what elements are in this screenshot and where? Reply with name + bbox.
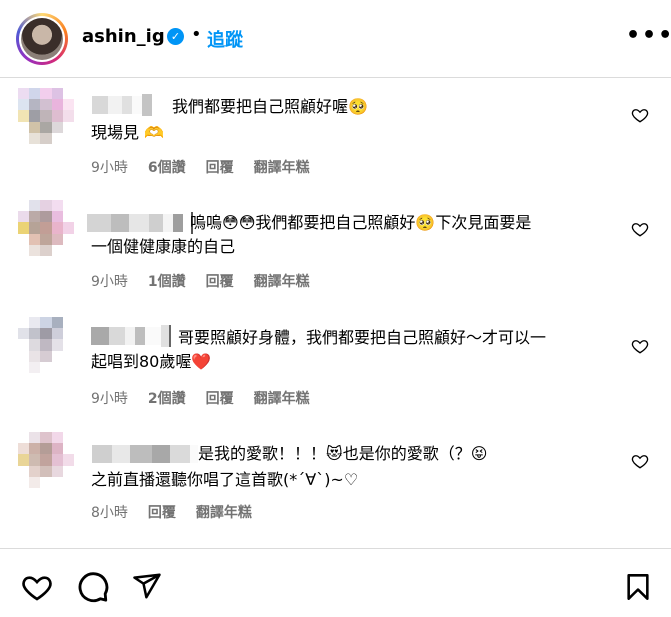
commenter-username-blurred[interactable] [91,325,171,347]
comment-time[interactable]: 9小時 [91,271,128,291]
reply-button[interactable]: 回覆 [206,271,234,291]
avatar-border [19,16,65,62]
heart-eyes-cat-emoji-icon: 😻 [326,444,343,463]
comment-like-heart-icon[interactable] [631,452,649,470]
comment-text: 起唱到80歲喔❤️ [91,350,611,374]
avatar-image [21,18,63,60]
comment-text-line: 我們都要把自己照顧好 [255,213,416,232]
translate-button[interactable]: 翻譯年糕 [254,157,310,177]
bookmark-icon[interactable] [624,571,652,603]
comment-text-line: 之前直播還聽你唱了這首歌(*´∀`)~♡ [91,470,359,489]
commenter-username-blurred[interactable] [87,212,193,234]
commenter-username-blurred[interactable] [92,443,198,465]
red-heart-emoji-icon: ❤️ [191,352,212,371]
more-options-icon[interactable]: ••• [626,25,671,47]
comment-likes[interactable]: 2個讚 [148,388,186,408]
comment-text: 是我的愛歌！！！😻也是你的愛歌（？😝 [198,442,618,466]
profile-avatar[interactable] [16,13,68,65]
comment-text: 嗚嗚😳😳我們都要把自己照顧好🥺下次見面要是 [190,211,620,235]
pleading-face-emoji-icon: 🥺 [415,213,436,232]
commenter-avatar[interactable] [18,317,74,373]
comment-text: 現場見 🫶 [91,121,611,145]
comment-text: 一個健健康康的自己 [91,235,611,259]
flushed-face-emoji-icon: 😳 [238,213,256,232]
commenter-avatar[interactable] [18,88,74,144]
comment-time[interactable]: 9小時 [91,157,128,177]
comment-icon[interactable] [76,569,110,603]
comment-like-heart-icon[interactable] [631,106,649,124]
comment-text-line: 起唱到80歲喔 [91,352,192,371]
comment-like-heart-icon[interactable] [631,220,649,238]
commenter-avatar[interactable] [18,200,74,256]
comment-text-line: 下次見面要是 [435,213,532,232]
paper-plane-icon[interactable] [132,571,162,601]
commenter-username-blurred[interactable] [92,94,162,116]
comment-text-line: 也是你的愛歌（？ [342,444,471,463]
post-action-bar [0,548,671,617]
comment-text: 哥要照顧好身體，我們都要把自己照顧好～才可以一 [178,326,618,350]
comment-text-line: 我們都要把自己照顧好喔 [172,97,349,116]
reply-button[interactable]: 回覆 [206,388,234,408]
comment-text-line: 哥要照顧好身體，我們都要把自己照顧好～才可以一 [178,328,547,347]
comment-like-heart-icon[interactable] [631,337,649,355]
pleading-face-emoji-icon: 🥺 [348,97,368,116]
comment-time[interactable]: 9小時 [91,388,128,408]
heart-icon[interactable] [20,571,54,603]
comment-meta: 9小時 6個讚 回覆 翻譯年糕 [91,157,310,177]
translate-button[interactable]: 翻譯年糕 [254,271,310,291]
comment-likes[interactable]: 6個讚 [148,157,186,177]
comment-text-line: 一個健健康康的自己 [91,237,236,256]
heart-hands-emoji-icon: 🫶 [144,123,165,142]
follow-button[interactable]: 追蹤 [207,26,243,52]
comment-meta: 9小時 1個讚 回覆 翻譯年糕 [91,271,310,291]
comment-text-line: 是我的愛歌！！！ [198,444,327,463]
reply-button[interactable]: 回覆 [148,502,176,522]
comment-time[interactable]: 8小時 [91,502,128,522]
comment-likes[interactable]: 1個讚 [148,271,186,291]
username[interactable]: ashin_ig [82,26,165,47]
comment-text-line: 現場見 [91,123,140,142]
comment-meta: 8小時 回覆 翻譯年糕 [91,502,252,522]
comment-meta: 9小時 2個讚 回覆 翻譯年糕 [91,388,310,408]
comment-text: 之前直播還聽你唱了這首歌(*´∀`)~♡ [91,468,611,492]
verified-badge-icon: ✓ [167,28,184,45]
commenter-avatar[interactable] [18,432,74,488]
post-header: ashin_ig ✓ • 追蹤 ••• [0,0,671,78]
translate-button[interactable]: 翻譯年糕 [254,388,310,408]
flushed-face-emoji-icon: 😳 [222,213,239,232]
comment-text: 我們都要把自己照顧好喔🥺 [172,95,671,119]
reply-button[interactable]: 回覆 [206,157,234,177]
laughing-face-emoji-icon: 😝 [470,444,488,463]
comment-text-line: 嗚嗚 [190,213,223,232]
separator-dot: • [191,24,202,45]
translate-button[interactable]: 翻譯年糕 [196,502,252,522]
